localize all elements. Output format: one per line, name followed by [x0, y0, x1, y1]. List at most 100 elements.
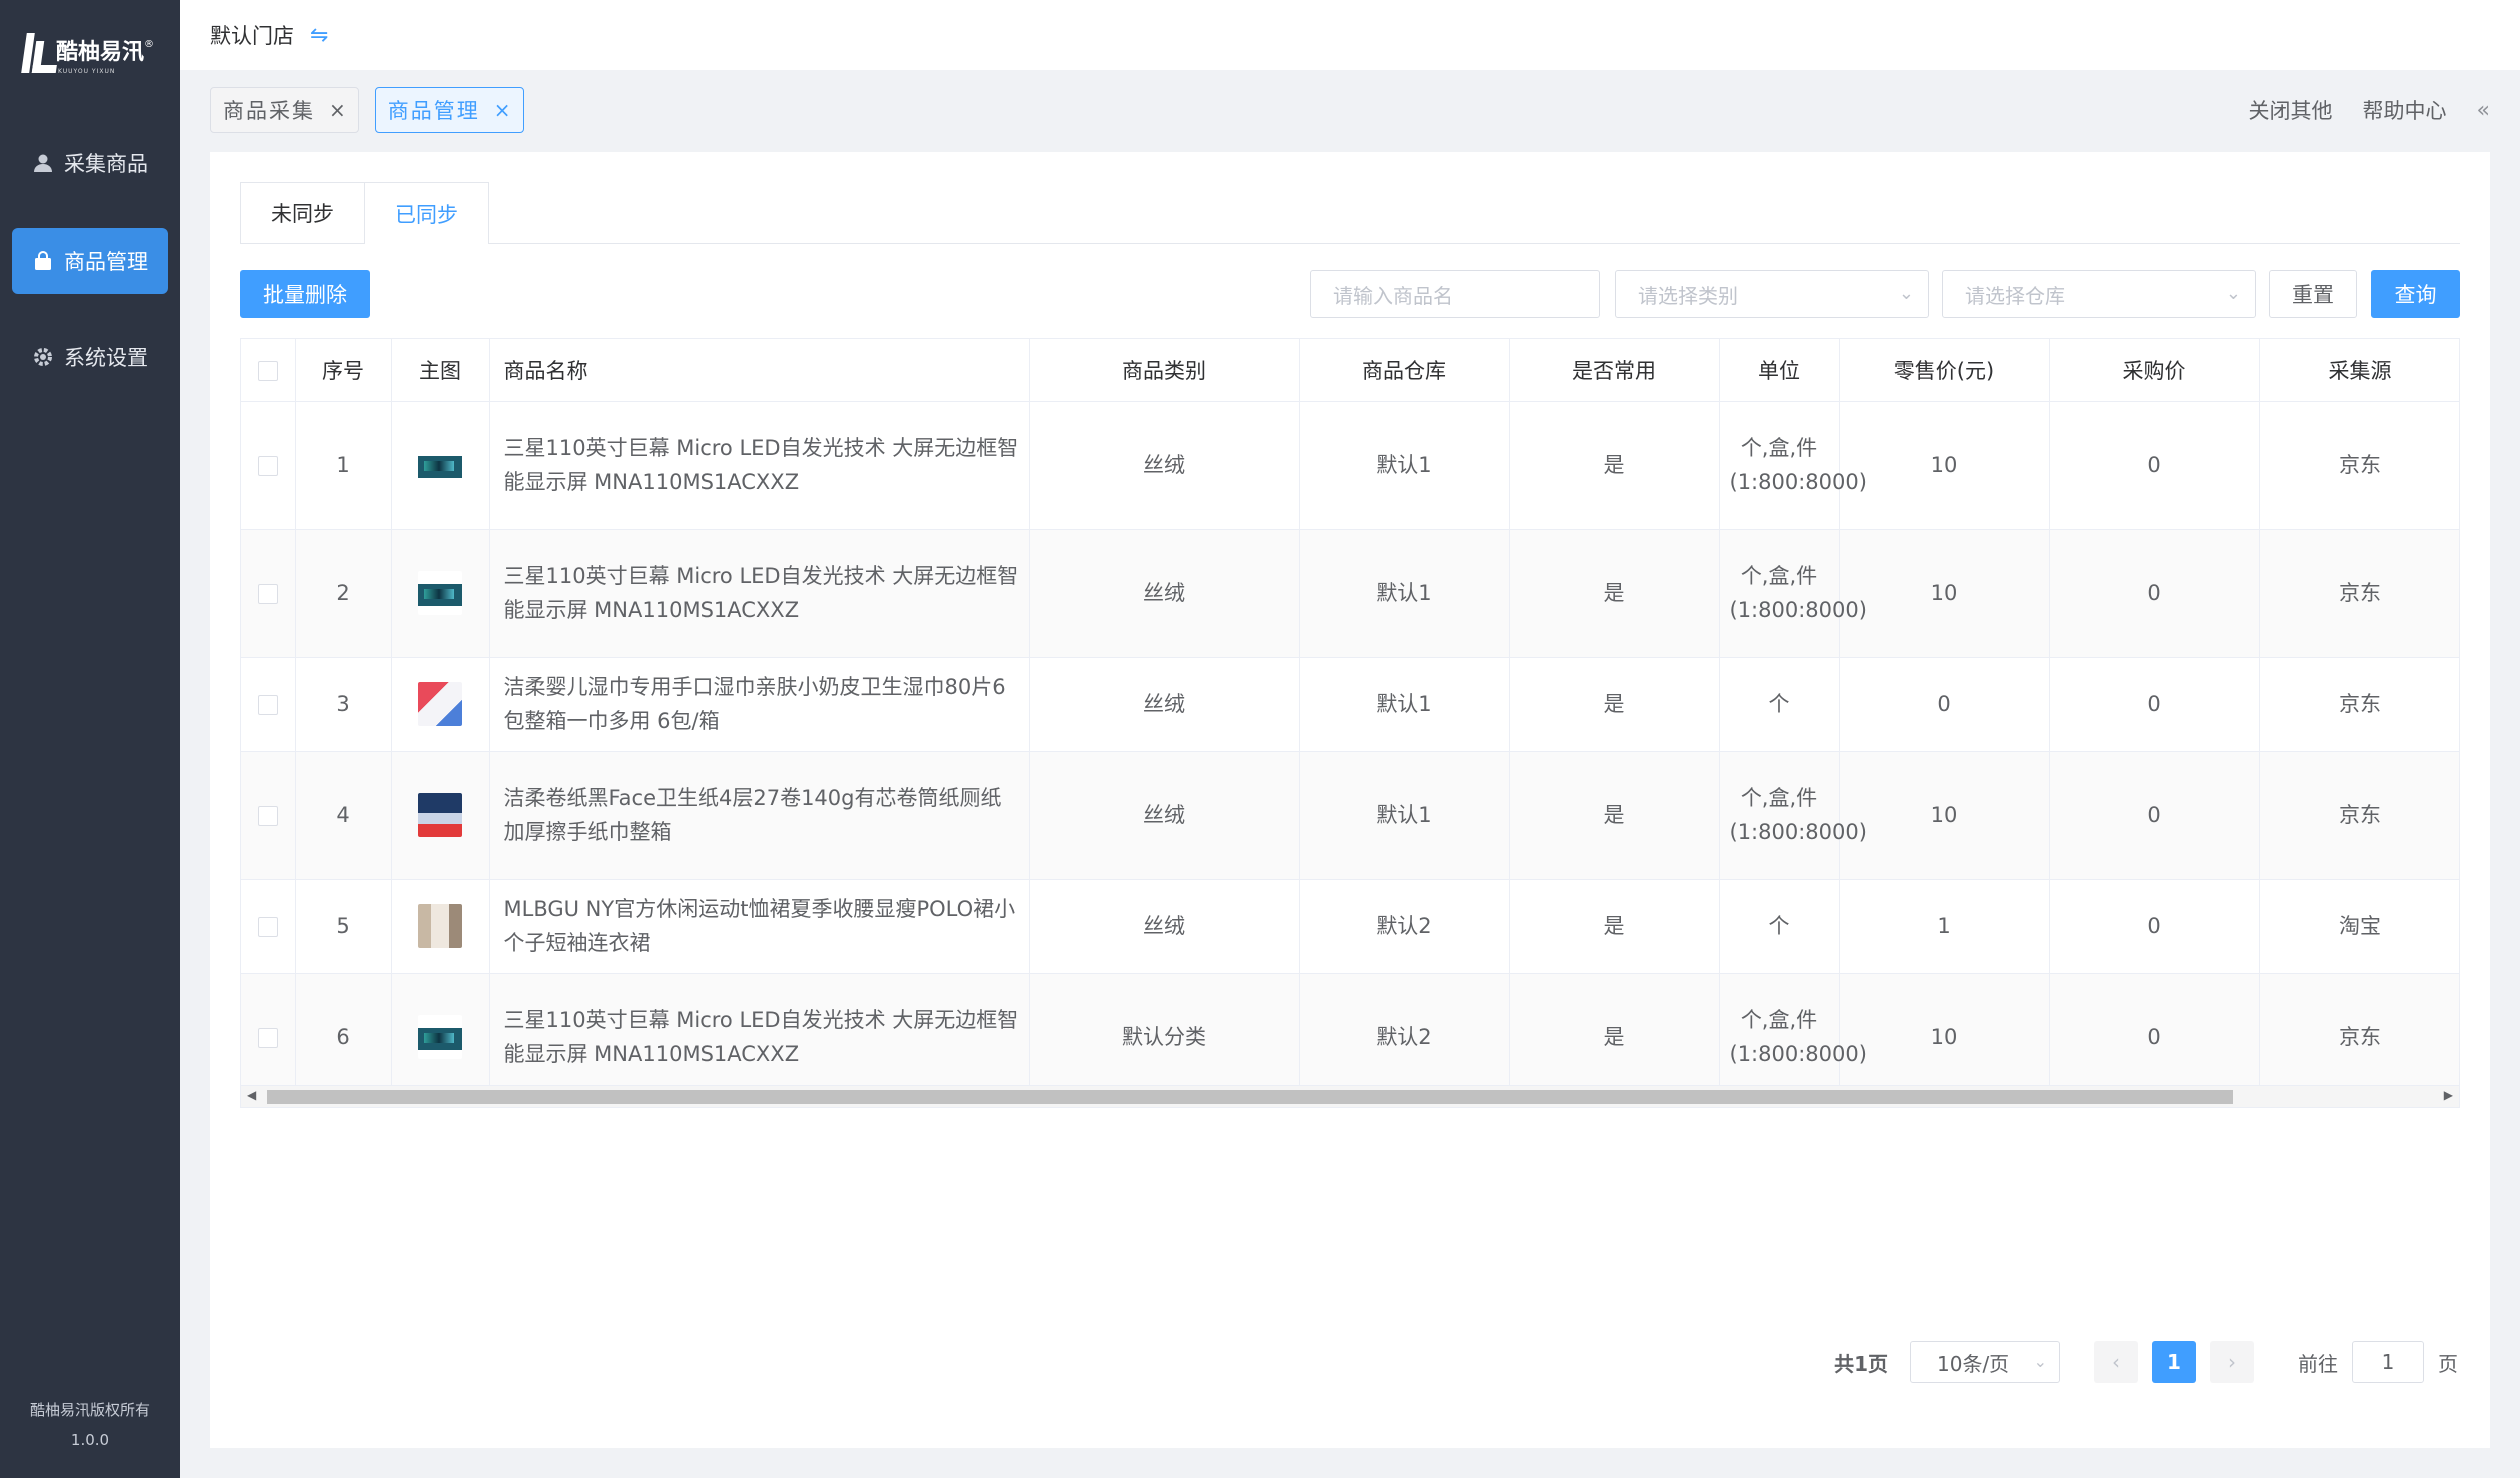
row-index: 6	[295, 973, 392, 1102]
version-text: 1.0.0	[70, 1431, 110, 1449]
sidebar-item-label: 采集商品	[64, 152, 148, 176]
product-retail-price: 1	[1839, 879, 2050, 974]
scroll-right-icon[interactable]: ▶	[2444, 1088, 2453, 1102]
product-common: 是	[1509, 401, 1720, 530]
brand-name: 酷柚易汛	[56, 40, 145, 65]
row-index: 3	[295, 657, 392, 752]
product-category: 丝绒	[1029, 751, 1300, 880]
warehouse-select[interactable]: 请选择仓库 ⌄	[1942, 270, 2256, 318]
product-retail-price: 10	[1839, 751, 2050, 880]
product-common: 是	[1509, 751, 1720, 880]
product-retail-price: 10	[1839, 401, 2050, 530]
product-purchase-price: 0	[2049, 751, 2260, 880]
double-chevron-left-icon[interactable]: «	[2477, 98, 2490, 123]
tab-collect[interactable]: 商品采集 ×	[210, 87, 359, 133]
tab-unsynced[interactable]: 未同步	[240, 182, 365, 244]
product-category: 丝绒	[1029, 401, 1300, 530]
product-name-input[interactable]: 请输入商品名	[1310, 270, 1600, 318]
header-image: 主图	[391, 339, 490, 402]
product-category: 丝绒	[1029, 657, 1300, 752]
product-unit: 个,盒,件(1:800:8000)	[1719, 751, 1867, 880]
sidebar-item-product-manage[interactable]: 商品管理	[12, 228, 168, 294]
product-unit: 个,盒,件(1:800:8000)	[1719, 401, 1867, 530]
chevron-down-icon: ⌄	[2225, 283, 2241, 304]
product-common: 是	[1509, 973, 1720, 1102]
goto-page-input[interactable]: 1	[2352, 1341, 2424, 1383]
reset-button[interactable]: 重置	[2269, 270, 2357, 318]
scrollbar-thumb[interactable]	[267, 1090, 2233, 1104]
header-category: 商品类别	[1029, 339, 1300, 402]
tab-manage[interactable]: 商品管理 ×	[374, 87, 524, 133]
checkbox[interactable]	[257, 360, 278, 381]
close-icon[interactable]: ×	[329, 98, 346, 122]
horizontal-scrollbar[interactable]: ◀ ▶	[241, 1085, 2459, 1107]
table-row: 4 洁柔卷纸黑Face卫生纸4层27卷140g有芯卷筒纸厕纸加厚擦手纸巾整箱 丝…	[241, 751, 2459, 880]
logo-mark-icon	[22, 31, 52, 75]
product-source: 京东	[2259, 751, 2459, 880]
goto-label: 前往	[2298, 1351, 2338, 1376]
header-unit: 单位	[1719, 339, 1840, 402]
product-warehouse: 默认1	[1299, 657, 1510, 752]
table-row: 1 三星110英寸巨幕 Micro LED自发光技术 大屏无边框智能显示屏 MN…	[241, 401, 2459, 530]
header-select-all[interactable]	[241, 339, 296, 402]
product-warehouse: 默认2	[1299, 879, 1510, 974]
page-size-select[interactable]: 10条/页 ⌄	[1910, 1341, 2060, 1383]
close-icon[interactable]: ×	[494, 98, 511, 122]
sidebar-item-label: 系统设置	[64, 346, 148, 370]
tab-synced[interactable]: 已同步	[365, 182, 489, 244]
product-unit: 个,盒,件(1:800:8000)	[1719, 529, 1867, 658]
sync-tabs: 未同步 已同步	[240, 182, 2460, 244]
product-thumbnail	[418, 793, 462, 837]
sidebar-item-settings[interactable]: 系统设置	[12, 324, 168, 390]
row-checkbox[interactable]	[257, 1028, 278, 1048]
filter-toolbar: 批量删除 请输入商品名 请选择类别 ⌄ 请选择仓库 ⌄ 重置 查询	[240, 270, 2460, 318]
product-unit: 个,盒,件(1:800:8000)	[1719, 973, 1867, 1102]
chevron-left-icon: ‹	[2112, 1350, 2120, 1374]
header-warehouse: 商品仓库	[1299, 339, 1510, 402]
table-row: 6 三星110英寸巨幕 Micro LED自发光技术 大屏无边框智能显示屏 MN…	[241, 973, 2459, 1102]
query-button[interactable]: 查询	[2371, 270, 2460, 318]
chevron-down-icon: ⌄	[1898, 283, 1914, 304]
swap-icon[interactable]: ⇋	[310, 23, 328, 48]
row-checkbox[interactable]	[257, 806, 278, 826]
product-name: MLBGU NY官方休闲运动t恤裙夏季收腰显瘦POLO裙小个子短袖连衣裙	[489, 879, 1030, 974]
batch-delete-button[interactable]: 批量删除	[240, 270, 370, 318]
help-center-link[interactable]: 帮助中心	[2363, 95, 2447, 125]
prev-page-button[interactable]: ‹	[2094, 1341, 2138, 1383]
close-others-link[interactable]: 关闭其他	[2249, 95, 2333, 125]
row-checkbox[interactable]	[257, 584, 278, 604]
product-name: 三星110英寸巨幕 Micro LED自发光技术 大屏无边框智能显示屏 MNA1…	[489, 529, 1030, 658]
page-number-current[interactable]: 1	[2152, 1341, 2196, 1383]
table-header-row: 序号 主图 商品名称 商品类别 商品仓库 是否常用 单位 零售价(元) 采购价 …	[241, 339, 2459, 402]
product-common: 是	[1509, 657, 1720, 752]
row-checkbox[interactable]	[257, 456, 278, 476]
scroll-left-icon[interactable]: ◀	[247, 1088, 256, 1102]
row-checkbox[interactable]	[257, 695, 278, 715]
product-source: 京东	[2259, 529, 2459, 658]
header-index: 序号	[295, 339, 392, 402]
main-panel: 未同步 已同步 批量删除 请输入商品名 请选择类别 ⌄ 请选择仓库 ⌄ 重置 查…	[210, 152, 2490, 1448]
header-source: 采集源	[2259, 339, 2459, 402]
header-purchase: 采购价	[2049, 339, 2260, 402]
product-unit: 个	[1719, 657, 1840, 752]
sidebar-item-collect[interactable]: 采集商品	[12, 130, 168, 196]
table-row: 2 三星110英寸巨幕 Micro LED自发光技术 大屏无边框智能显示屏 MN…	[241, 529, 2459, 658]
product-retail-price: 10	[1839, 529, 2050, 658]
product-name-placeholder: 请输入商品名	[1333, 283, 1453, 308]
product-source: 京东	[2259, 401, 2459, 530]
page-total: 共1页	[1834, 1351, 1888, 1376]
header-retail: 零售价(元)	[1839, 339, 2050, 402]
brand-tagline: KUUYOU YIXUN	[58, 68, 116, 75]
goto-page: 前往 1 页	[2298, 1341, 2458, 1383]
category-select[interactable]: 请选择类别 ⌄	[1615, 270, 1929, 318]
registered-mark: ®	[144, 38, 155, 50]
next-page-button[interactable]: ›	[2210, 1341, 2254, 1383]
row-index: 2	[295, 529, 392, 658]
page-size-value: 10条/页	[1937, 1351, 2010, 1376]
gear-icon	[32, 346, 54, 368]
product-purchase-price: 0	[2049, 879, 2260, 974]
product-purchase-price: 0	[2049, 657, 2260, 752]
header-name: 商品名称	[489, 339, 1030, 402]
row-checkbox[interactable]	[257, 917, 278, 937]
product-table: 序号 主图 商品名称 商品类别 商品仓库 是否常用 单位 零售价(元) 采购价 …	[240, 338, 2460, 1108]
